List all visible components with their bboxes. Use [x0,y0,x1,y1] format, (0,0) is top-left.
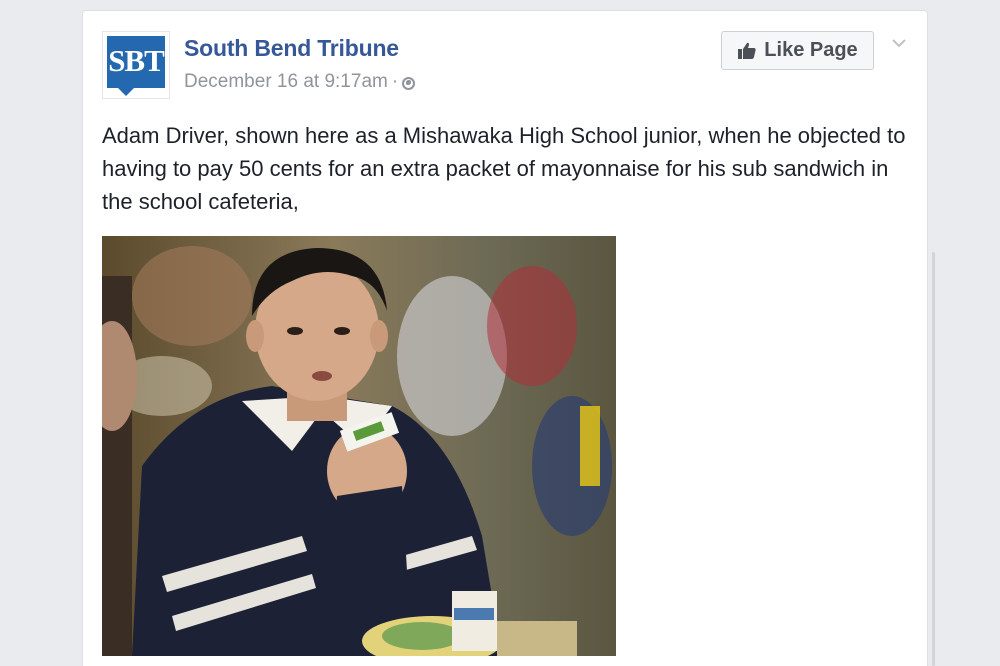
page-name-link[interactable]: South Bend Tribune [184,34,399,62]
like-page-button[interactable]: Like Page [721,31,874,70]
globe-icon[interactable] [402,76,416,90]
post-timestamp[interactable]: December 16 at 9:17am [184,70,388,94]
post-meta: December 16 at 9:17am · [184,70,416,94]
avatar-logo-text: SBT [108,43,165,78]
post-photo[interactable] [102,236,616,656]
logo-tail [117,87,135,96]
photo-illustration [102,236,616,656]
like-page-label: Like Page [764,39,858,61]
scrollbar-thumb[interactable] [932,252,935,666]
thumbs-up-icon [737,41,757,61]
post-text: Adam Driver, shown here as a Mishawaka H… [102,123,906,214]
meta-separator: · [391,71,399,92]
chevron-down-icon[interactable] [892,35,906,48]
facebook-feed: SBT South Bend Tribune December 16 at 9:… [0,0,1000,666]
page-avatar[interactable]: SBT [102,31,170,99]
post-card: SBT South Bend Tribune December 16 at 9:… [82,10,928,666]
scrollbar-track [930,0,1000,666]
